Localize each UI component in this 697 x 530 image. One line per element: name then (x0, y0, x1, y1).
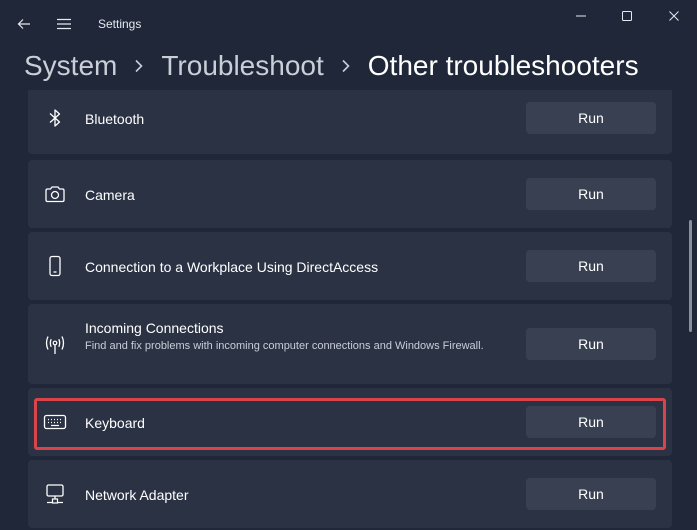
troubleshooter-keyboard: Keyboard Run (28, 388, 672, 456)
troubleshooter-description: Find and fix problems with incoming comp… (85, 340, 484, 352)
title-bar: Settings (0, 0, 697, 48)
minimize-button[interactable] (558, 0, 604, 32)
run-bluetooth-button[interactable]: Run (526, 102, 656, 134)
run-network-adapter-button[interactable]: Run (526, 478, 656, 510)
troubleshooter-label: Keyboard (85, 415, 145, 431)
maximize-icon (622, 11, 632, 21)
back-arrow-icon (17, 19, 30, 29)
settings-window: Settings System Troubleshoot Other troub… (0, 0, 697, 530)
troubleshooter-label: Bluetooth (85, 111, 145, 127)
run-keyboard-button[interactable]: Run (526, 406, 656, 438)
troubleshooter-label: Network Adapter (85, 487, 189, 503)
phone-icon (42, 253, 68, 279)
troubleshooter-label: Camera (85, 187, 135, 203)
troubleshooter-label: Incoming Connections (85, 320, 224, 336)
troubleshooter-camera: Camera Run (28, 160, 672, 228)
troubleshooter-incoming-connections: Incoming Connections Find and fix proble… (28, 304, 672, 384)
breadcrumb-system[interactable]: System (24, 50, 117, 82)
troubleshooter-label: Connection to a Workplace Using DirectAc… (85, 259, 379, 275)
breadcrumb-troubleshoot[interactable]: Troubleshoot (161, 50, 323, 82)
minimize-icon (576, 15, 586, 17)
scrollbar-thumb[interactable] (689, 220, 692, 332)
hamburger-icon (57, 18, 71, 30)
page-title: Other troubleshooters (367, 50, 639, 81)
run-directaccess-button[interactable]: Run (526, 250, 656, 282)
chevron-right-icon (324, 52, 368, 80)
troubleshooter-bluetooth: Bluetooth Run (28, 90, 672, 154)
back-button[interactable] (10, 12, 38, 36)
window-title: Settings (98, 17, 142, 31)
troubleshooter-network-adapter: Network Adapter Run (28, 460, 672, 528)
network-adapter-icon (42, 481, 68, 507)
troubleshooter-list: Bluetooth Run Camera Run Connection to a… (28, 90, 672, 530)
navigation-menu-button[interactable] (52, 12, 76, 36)
camera-icon (42, 181, 68, 207)
chevron-right-icon (117, 52, 161, 80)
maximize-button[interactable] (604, 0, 650, 32)
close-icon (669, 11, 679, 21)
run-camera-button[interactable]: Run (526, 178, 656, 210)
keyboard-icon (42, 409, 68, 435)
breadcrumb: System Troubleshoot Other troubleshooter… (24, 46, 639, 86)
close-button[interactable] (651, 0, 697, 32)
troubleshooter-directaccess: Connection to a Workplace Using DirectAc… (28, 232, 672, 300)
run-incoming-connections-button[interactable]: Run (526, 328, 656, 360)
bluetooth-icon (42, 105, 68, 131)
antenna-icon (42, 332, 68, 358)
